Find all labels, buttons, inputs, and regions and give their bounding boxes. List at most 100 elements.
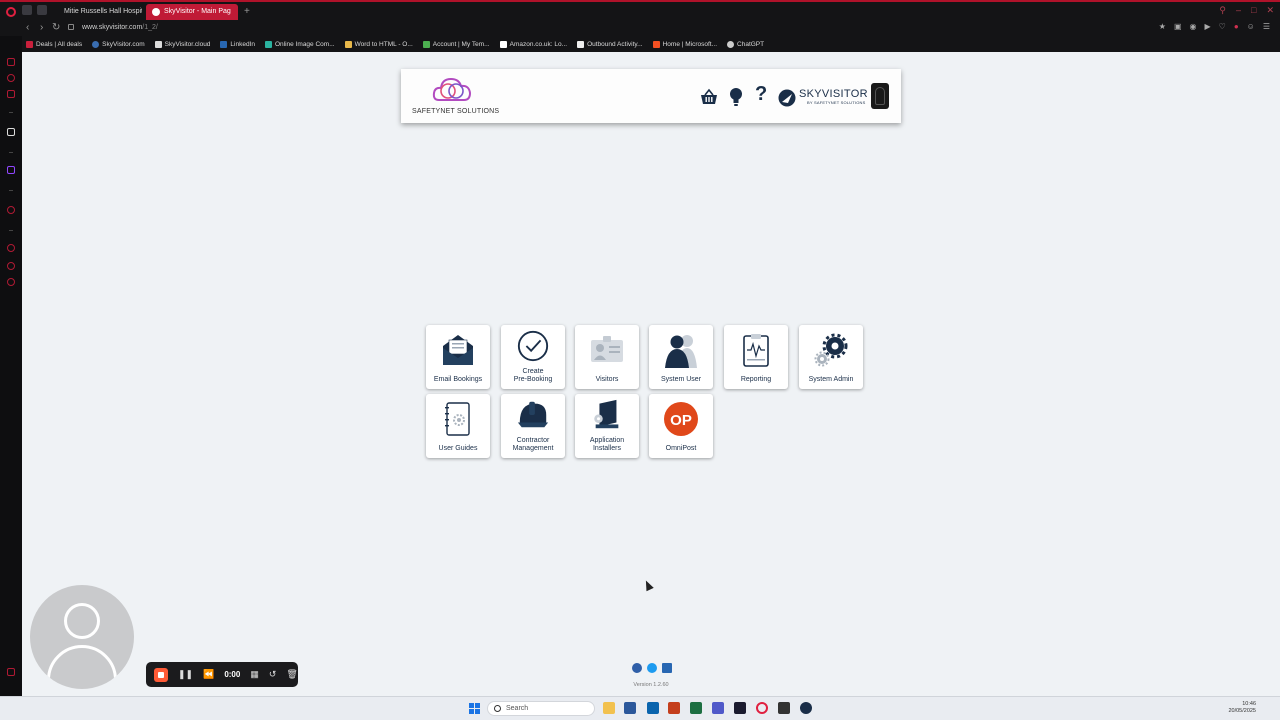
user-avatar-button[interactable] — [871, 83, 889, 109]
bookmark-linkedin[interactable]: LinkedIn — [220, 40, 255, 48]
reload-icon[interactable]: ↻ — [52, 21, 60, 35]
skyvisitor-taskbar-icon[interactable] — [800, 702, 812, 714]
sidebar-history-icon[interactable] — [7, 244, 15, 252]
lightbulb-icon[interactable] — [729, 87, 743, 107]
teams-icon[interactable] — [712, 702, 724, 714]
bookmark-label: Outbound Activity... — [587, 40, 643, 48]
users-icon — [665, 335, 697, 368]
bookmark-account[interactable]: Account | My Tem... — [422, 40, 490, 48]
rewind-icon[interactable]: ⏪ — [203, 669, 214, 680]
back-icon[interactable]: ‹ — [26, 21, 29, 35]
sidebar-downloads-icon[interactable] — [7, 262, 15, 270]
sidebar-messenger-icon[interactable] — [7, 90, 15, 98]
toolbar-icons: ★ ▣ ◉ ▶ ♡ ● ☺ ☰ — [1159, 22, 1270, 31]
outlook-icon[interactable] — [647, 702, 659, 714]
tile-omnipost[interactable]: OP OmniPost — [649, 394, 713, 458]
opera-taskbar-icon[interactable] — [756, 702, 768, 714]
new-tab-button[interactable]: + — [244, 4, 250, 20]
sidebar-instagram-icon[interactable] — [7, 74, 15, 82]
tile-system-admin[interactable]: System Admin — [799, 325, 863, 389]
clock-date: 20/05/2025 — [1228, 708, 1256, 714]
tile-reporting[interactable]: Reporting — [724, 325, 788, 389]
bookmark-image-compressor[interactable]: Online Image Com... — [265, 40, 335, 48]
taskbar-clock[interactable]: 10:46 20/05/2025 — [1228, 701, 1256, 715]
tab-skyvisitor[interactable]: SkyVisitor - Main Pag — [146, 4, 238, 20]
tile-label: System User — [660, 376, 702, 383]
microsoft-icon — [652, 40, 660, 48]
bookmark-word-to-html[interactable]: Word to HTML - O... — [344, 40, 413, 48]
trash-icon[interactable]: 🗑 — [286, 669, 297, 680]
file-explorer-icon[interactable] — [603, 702, 615, 714]
tile-label: Email Bookings — [433, 376, 483, 383]
url-path: /1_2/ — [142, 24, 158, 31]
tile-visitors[interactable]: Visitors — [575, 325, 639, 389]
outbound-icon — [577, 40, 585, 48]
remote-desktop-icon[interactable] — [734, 702, 746, 714]
recording-time: 0:00 — [224, 670, 241, 679]
basket-icon[interactable] — [699, 87, 719, 107]
stop-recording-button[interactable] — [154, 667, 168, 682]
word-icon[interactable] — [624, 702, 636, 714]
linkedin-icon[interactable] — [662, 663, 672, 673]
skyvisitor-icon — [92, 40, 100, 48]
menu-icon[interactable]: ☰ — [1263, 22, 1270, 31]
bookmark-outbound[interactable]: Outbound Activity... — [577, 40, 643, 48]
tile-system-user[interactable]: System User — [649, 325, 713, 389]
facebook-icon[interactable] — [632, 663, 642, 673]
brand-name: SKYVISITOR — [799, 88, 868, 100]
twitter-icon[interactable] — [647, 663, 657, 673]
help-icon[interactable]: ? — [755, 83, 767, 105]
tab-strip-tools — [22, 5, 47, 15]
lock-icon — [68, 24, 74, 30]
tab-mitie[interactable]: Mitie Russells Hall Hospit — [54, 4, 142, 20]
maximize-icon[interactable]: □ — [1251, 5, 1256, 16]
workspaces-icon[interactable] — [22, 5, 32, 15]
restart-icon[interactable]: ↺ — [269, 669, 277, 680]
notes-icon[interactable] — [778, 702, 790, 714]
profile-icon[interactable]: ☺ — [1247, 22, 1255, 31]
snapshot-icon[interactable]: ▣ — [1174, 22, 1182, 31]
url-field[interactable]: www.skyvisitor.com/1_2/ — [82, 22, 158, 34]
extensions-icon[interactable]: ● — [1234, 22, 1239, 31]
windows-start-icon[interactable] — [469, 703, 480, 714]
tile-email-bookings[interactable]: Email Bookings — [426, 325, 490, 389]
opera-logo-icon[interactable] — [6, 7, 16, 17]
sidebar-twitch-icon[interactable] — [7, 166, 15, 174]
taskbar-search-input[interactable]: Search — [487, 701, 595, 716]
word-html-icon — [344, 40, 352, 48]
page-icon — [154, 40, 162, 48]
minimize-icon[interactable]: – — [1236, 5, 1241, 16]
bookmark-deals[interactable]: Deals | All deals — [26, 40, 82, 48]
send-icon[interactable]: ▶ — [1204, 22, 1210, 31]
excel-icon[interactable] — [690, 702, 702, 714]
bookmark-microsoft[interactable]: Home | Microsoft... — [652, 40, 717, 48]
bookmark-skyvisitor-cloud[interactable]: SkyVisitor.cloud — [154, 40, 210, 48]
tile-application-installers[interactable]: Application Installers — [575, 394, 639, 458]
tab-menu-icon[interactable] — [37, 5, 47, 15]
grid-icon[interactable]: ▦ — [250, 669, 259, 680]
bookmark-skyvisitor-com[interactable]: SkyVisitor.com — [92, 40, 145, 48]
bookmark-chatgpt[interactable]: ChatGPT — [727, 40, 764, 48]
search-tabs-icon[interactable]: ⚲ — [1219, 5, 1226, 16]
sidebar-more-icon[interactable] — [7, 668, 15, 676]
bookmark-icon[interactable]: ★ — [1159, 22, 1166, 31]
tile-user-guides[interactable]: User Guides — [426, 394, 490, 458]
sidebar-divider — [9, 152, 13, 153]
vpn-icon[interactable]: ◉ — [1190, 22, 1197, 31]
omnipost-logo-text: OP — [670, 412, 692, 429]
close-icon[interactable]: ✕ — [1266, 5, 1274, 16]
sidebar-player-icon[interactable] — [7, 206, 15, 214]
tile-contractor-management[interactable]: Contractor Management — [501, 394, 565, 458]
bookmark-amazon[interactable]: Amazon.co.uk: Lo... — [499, 40, 567, 48]
sidebar-aria-icon[interactable] — [7, 58, 15, 66]
search-placeholder: Search — [506, 705, 529, 712]
linkedin-icon — [220, 40, 228, 48]
powerpoint-icon[interactable] — [668, 702, 680, 714]
tile-create-pre-booking[interactable]: Create Pre-Booking — [501, 325, 565, 389]
forward-icon[interactable]: › — [40, 21, 43, 35]
pause-icon[interactable]: ❚❚ — [178, 669, 193, 680]
heart-icon[interactable]: ♡ — [1219, 22, 1226, 31]
sidebar-settings-icon[interactable] — [7, 278, 15, 286]
sidebar-arrow-icon[interactable] — [7, 128, 15, 136]
webcam-bubble[interactable] — [30, 585, 134, 689]
